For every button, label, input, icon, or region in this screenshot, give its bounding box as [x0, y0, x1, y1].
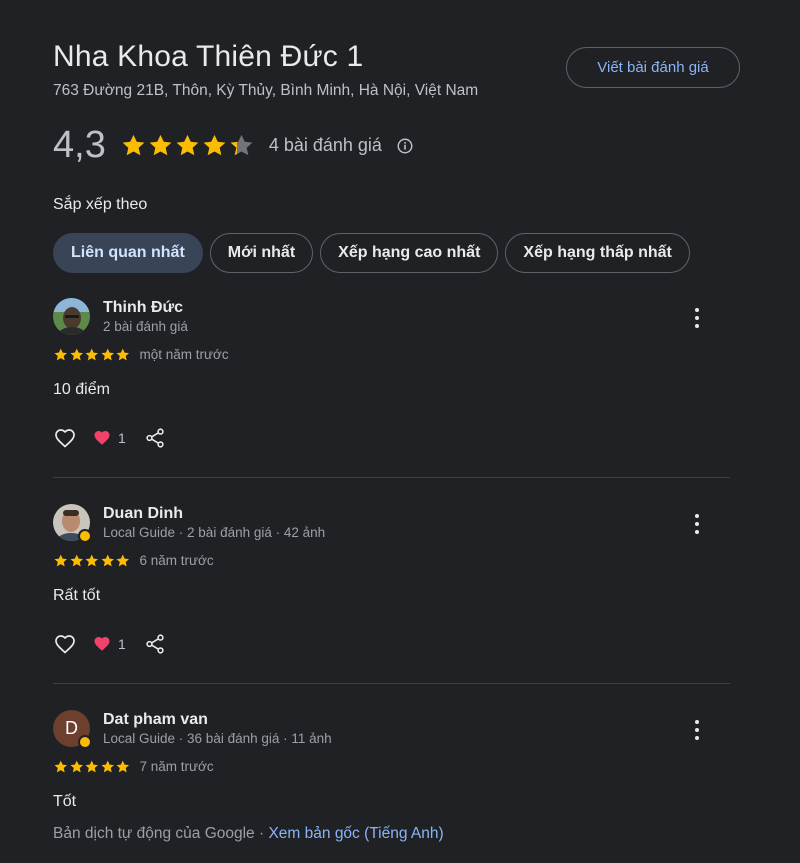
more-options-icon[interactable]	[689, 306, 705, 330]
review-rating: 7 năm trước	[53, 759, 214, 775]
rating-stars	[120, 132, 255, 159]
star-icon	[100, 554, 114, 567]
review-time: 6 năm trước	[139, 553, 214, 569]
average-rating: 4,3	[53, 124, 106, 166]
review-rating: một năm trước	[53, 347, 229, 363]
sort-chip-newest[interactable]: Mới nhất	[209, 233, 314, 273]
info-icon[interactable]	[396, 137, 414, 155]
review-stars	[53, 347, 131, 363]
avatar[interactable]: D	[53, 710, 92, 749]
heart-outline-icon[interactable]	[53, 632, 77, 656]
star-icon	[54, 348, 68, 361]
local-guide-badge-icon	[78, 735, 92, 749]
heart-outline-icon[interactable]	[53, 426, 77, 450]
review-actions: 1	[53, 426, 166, 450]
star-icon	[176, 134, 199, 156]
star-icon	[149, 134, 172, 156]
sort-chip-highest[interactable]: Xếp hạng cao nhất	[320, 233, 499, 273]
star-icon	[54, 760, 68, 773]
rating-summary: 4,3 4 bài đánh giá	[53, 124, 414, 167]
review-text: 10 điểm	[53, 381, 110, 398]
reaction-count: 1	[118, 430, 126, 446]
review-stars	[53, 759, 131, 775]
reviewer-name[interactable]: Duan Dinh	[103, 505, 183, 523]
review-stars	[53, 553, 131, 569]
star-icon	[100, 348, 114, 361]
reviewer-name[interactable]: Thinh Đức	[103, 299, 183, 317]
star-icon	[54, 554, 68, 567]
star-icon	[230, 134, 253, 156]
review-time: 7 năm trước	[139, 759, 214, 775]
review-text: Rất tốt	[53, 587, 101, 604]
share-icon[interactable]	[144, 427, 166, 449]
star-icon	[116, 760, 130, 773]
heart-icon	[94, 636, 110, 651]
reviewer-meta: Local Guide · 36 bài đánh giá · 11 ảnh	[103, 731, 332, 746]
star-icon	[203, 134, 226, 156]
avatar[interactable]	[53, 298, 90, 335]
view-original-link[interactable]: Xem bản gốc (Tiếng Anh)	[268, 825, 443, 842]
review-item: D Dat pham van Local Guide · 36 bài đánh…	[53, 710, 730, 860]
write-review-button[interactable]: Viết bài đánh giá	[566, 47, 740, 88]
review-rating: 6 năm trước	[53, 553, 214, 569]
star-icon	[116, 554, 130, 567]
place-name: Nha Khoa Thiên Đức 1	[53, 40, 364, 73]
translation-note: Bản dịch tự động của Google · Xem bản gố…	[53, 825, 444, 843]
sort-chips: Liên quan nhất Mới nhất Xếp hạng cao nhấ…	[53, 233, 697, 273]
reviewer-name[interactable]: Dat pham van	[103, 711, 208, 729]
star-icon	[69, 760, 83, 773]
star-icon	[69, 554, 83, 567]
review-time: một năm trước	[139, 347, 229, 363]
place-address: 763 Đường 21B, Thôn, Kỳ Thủy, Bình Minh,…	[53, 82, 479, 99]
more-options-icon[interactable]	[689, 718, 705, 742]
sort-chip-lowest[interactable]: Xếp hạng thấp nhất	[505, 233, 690, 273]
review-text: Tốt	[53, 793, 77, 810]
star-icon	[85, 554, 99, 567]
heart-icon	[94, 430, 110, 445]
translation-label: Bản dịch tự động của Google ·	[53, 825, 269, 842]
star-icon	[100, 760, 114, 773]
reviewer-meta: Local Guide · 2 bài đánh giá · 42 ảnh	[103, 525, 326, 540]
review-item: Thinh Đức 2 bài đánh giá một năm trước 1…	[53, 298, 730, 468]
review-count: 4 bài đánh giá	[268, 135, 382, 155]
sort-label: Sắp xếp theo	[53, 196, 148, 213]
review-actions: 1	[53, 632, 166, 656]
avatar[interactable]	[53, 504, 92, 543]
reviews-panel: Nha Khoa Thiên Đức 1 763 Đường 21B, Thôn…	[0, 0, 800, 863]
divider	[53, 477, 730, 478]
review-item: Duan Dinh Local Guide · 2 bài đánh giá ·…	[53, 504, 730, 674]
local-guide-badge-icon	[78, 529, 92, 543]
star-icon	[69, 348, 83, 361]
star-icon	[85, 760, 99, 773]
reaction-count: 1	[118, 636, 126, 652]
reaction[interactable]: 1	[93, 635, 126, 653]
reviewer-meta: 2 bài đánh giá	[103, 319, 188, 334]
divider	[53, 683, 730, 684]
more-options-icon[interactable]	[689, 512, 705, 536]
star-icon	[116, 348, 130, 361]
reaction[interactable]: 1	[93, 429, 126, 447]
sort-chip-relevant[interactable]: Liên quan nhất	[53, 233, 203, 273]
share-icon[interactable]	[144, 633, 166, 655]
star-icon	[85, 348, 99, 361]
star-icon	[122, 134, 145, 156]
